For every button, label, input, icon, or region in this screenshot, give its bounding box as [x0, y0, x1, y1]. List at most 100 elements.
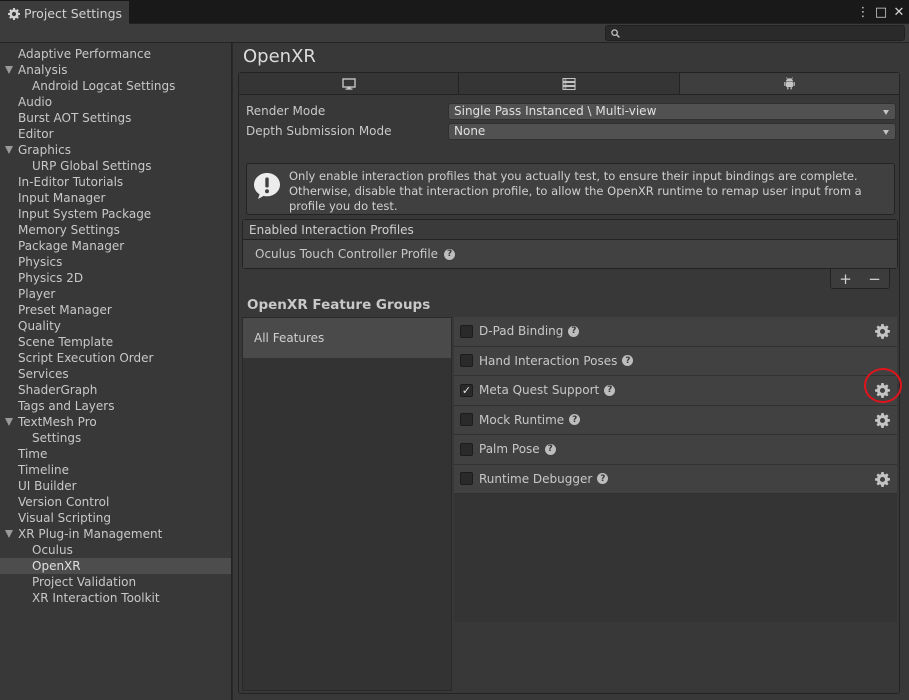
window-tab-strip: Project Settings ⋮ □ ✕ — [0, 0, 909, 24]
render-mode-dropdown[interactable]: Single Pass Instanced \ Multi-view — [448, 102, 896, 120]
help-icon[interactable]: ? — [622, 355, 634, 367]
help-icon[interactable]: ? — [444, 248, 456, 260]
sidebar-item[interactable]: Oculus — [0, 542, 231, 558]
gear-icon[interactable] — [875, 324, 890, 339]
help-icon[interactable]: ? — [597, 473, 609, 485]
sidebar-item[interactable]: Input Manager — [0, 190, 231, 206]
sidebar-item[interactable]: Preset Manager — [0, 302, 231, 318]
feature-label: Mock Runtime — [479, 412, 565, 427]
sidebar-item[interactable]: URP Global Settings — [0, 158, 231, 174]
gear-icon[interactable] — [875, 383, 890, 398]
tab-standalone[interactable] — [239, 73, 460, 94]
feature-label: Meta Quest Support — [479, 383, 600, 398]
sidebar-item[interactable]: XR Interaction Toolkit — [0, 590, 231, 606]
feature-checkbox[interactable] — [460, 442, 473, 456]
maximize-icon[interactable]: □ — [875, 4, 887, 20]
profile-item[interactable]: Oculus Touch Controller Profile ? — [243, 240, 897, 268]
expand-arrow-icon[interactable] — [5, 146, 13, 154]
sidebar-item[interactable]: Android Logcat Settings — [0, 78, 231, 94]
sidebar-item[interactable]: Editor — [0, 126, 231, 142]
feature-checkbox[interactable] — [460, 472, 473, 486]
group-all-features[interactable]: All Features — [243, 318, 451, 358]
close-icon[interactable]: ✕ — [893, 4, 905, 20]
sidebar-item[interactable]: Analysis — [0, 62, 231, 78]
sidebar-item[interactable]: Graphics — [0, 142, 231, 158]
depth-submission-label: Depth Submission Mode — [246, 124, 392, 138]
depth-submission-dropdown[interactable]: None — [448, 122, 896, 140]
expand-arrow-icon[interactable] — [5, 66, 13, 74]
help-icon[interactable]: ? — [568, 325, 580, 337]
feature-checkbox[interactable] — [460, 324, 473, 338]
sidebar-item-label: Player — [18, 287, 56, 301]
search-box[interactable] — [605, 25, 905, 41]
project-settings-tab[interactable]: Project Settings — [0, 1, 129, 24]
sidebar-item[interactable]: Project Validation — [0, 574, 231, 590]
sidebar-item[interactable]: Version Control — [0, 494, 231, 510]
sidebar-item-label: OpenXR — [32, 559, 81, 573]
add-profile-button[interactable]: + — [839, 270, 852, 288]
sidebar-item[interactable]: Input System Package — [0, 206, 231, 222]
sidebar-item-label: Physics — [18, 255, 63, 269]
expand-arrow-icon[interactable] — [5, 418, 13, 426]
help-box: Only enable interaction profiles that yo… — [246, 163, 895, 215]
sidebar-item-label: Oculus — [32, 543, 73, 557]
sidebar-item[interactable]: ShaderGraph — [0, 382, 231, 398]
search-input[interactable] — [624, 26, 894, 40]
sidebar-item[interactable]: Services — [0, 366, 231, 382]
feature-row: Mock Runtime? — [454, 405, 897, 435]
tab-title: Project Settings — [24, 6, 123, 21]
sidebar-item[interactable]: Visual Scripting — [0, 510, 231, 526]
expand-arrow-icon[interactable] — [5, 530, 13, 538]
feature-checkbox[interactable]: ✓ — [460, 383, 473, 397]
sidebar-item[interactable]: Timeline — [0, 462, 231, 478]
sidebar-item-label: Burst AOT Settings — [18, 111, 132, 125]
sidebar-item-label: Memory Settings — [18, 223, 120, 237]
openxr-settings-frame: Render Mode Single Pass Instanced \ Mult… — [238, 72, 900, 694]
sidebar-item[interactable]: Memory Settings — [0, 222, 231, 238]
sidebar-item[interactable]: Adaptive Performance — [0, 46, 231, 62]
sidebar-item[interactable]: In-Editor Tutorials — [0, 174, 231, 190]
sidebar-item-label: Input Manager — [18, 191, 106, 205]
sidebar-item-label: Scene Template — [18, 335, 114, 349]
sidebar-item[interactable]: Physics 2D — [0, 270, 231, 286]
feature-checkbox[interactable] — [460, 354, 473, 368]
gear-icon[interactable] — [875, 471, 890, 487]
feature-row: Hand Interaction Poses? — [454, 346, 897, 376]
sidebar-item[interactable]: TextMesh Pro — [0, 414, 231, 430]
help-icon[interactable]: ? — [544, 443, 556, 455]
gear-icon[interactable] — [875, 412, 890, 428]
sidebar-item[interactable]: XR Plug-in Management — [0, 526, 231, 542]
tab-server[interactable] — [459, 73, 680, 94]
features-list: D-Pad Binding? Hand Interaction Poses? ✓ Me… — [454, 317, 897, 622]
more-menu-icon[interactable]: ⋮ — [857, 4, 870, 20]
sidebar-item[interactable]: Scene Template — [0, 334, 231, 350]
sidebar-item-label: Visual Scripting — [18, 511, 111, 525]
help-icon[interactable]: ? — [604, 384, 616, 396]
sidebar-item[interactable]: Script Execution Order — [0, 350, 231, 366]
sidebar-item-label: Script Execution Order — [18, 351, 154, 365]
sidebar-item-label: Physics 2D — [18, 271, 84, 285]
help-message: Only enable interaction profiles that yo… — [289, 169, 862, 213]
sidebar-item[interactable]: Tags and Layers — [0, 398, 231, 414]
sidebar-item[interactable]: Physics — [0, 254, 231, 270]
profiles-header: Enabled Interaction Profiles — [243, 220, 897, 240]
sidebar-item-label: XR Interaction Toolkit — [32, 591, 160, 605]
sidebar-item[interactable]: Time — [0, 446, 231, 462]
sidebar-item[interactable]: UI Builder — [0, 478, 231, 494]
sidebar-item[interactable]: Player — [0, 286, 231, 302]
sidebar-item[interactable]: Quality — [0, 318, 231, 334]
sidebar-item[interactable]: Settings — [0, 430, 231, 446]
sidebar-item[interactable]: Burst AOT Settings — [0, 110, 231, 126]
feature-label: Hand Interaction Poses — [479, 353, 618, 368]
dropdown-arrow-icon — [883, 129, 889, 135]
feature-checkbox[interactable] — [460, 413, 473, 427]
remove-profile-button[interactable]: − — [868, 270, 881, 288]
sidebar-item[interactable]: Package Manager — [0, 238, 231, 254]
render-mode-label: Render Mode — [246, 104, 326, 118]
sidebar-item[interactable]: Audio — [0, 94, 231, 110]
sidebar-item-label: Preset Manager — [18, 303, 112, 317]
tab-android[interactable] — [679, 73, 899, 94]
sidebar-item[interactable]: OpenXR — [0, 558, 231, 574]
sidebar-item-label: Analysis — [18, 63, 68, 77]
help-icon[interactable]: ? — [569, 414, 581, 426]
